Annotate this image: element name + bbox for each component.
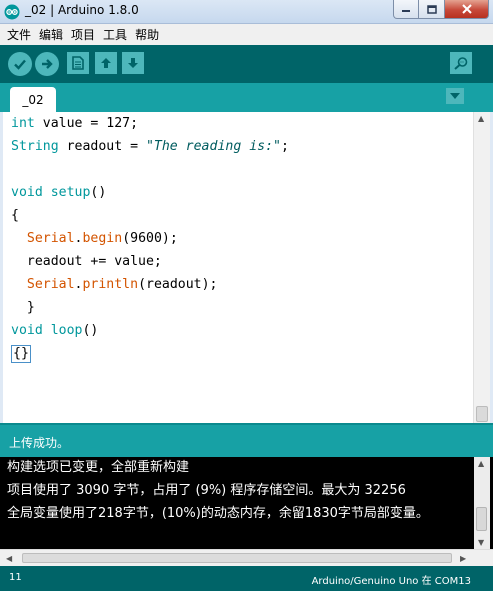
window-controls	[393, 0, 489, 19]
console-line: 全局变量使用了218字节，(10%)的动态内存，余留1830字节局部变量。	[7, 506, 429, 521]
maximize-button[interactable]	[419, 0, 445, 19]
code-token: loop	[50, 323, 83, 338]
serial-monitor-button[interactable]	[450, 52, 472, 74]
code-token: begin	[82, 231, 123, 246]
menu-help[interactable]: 帮助	[131, 26, 163, 43]
save-icon	[128, 58, 138, 68]
code-token: setup	[50, 185, 91, 200]
code-token: "The reading is:"	[145, 139, 281, 154]
code-line: readout += value;	[11, 252, 162, 272]
code-line: Serial.begin(9600);	[11, 229, 178, 249]
footer-bar: 11 Arduino/Genuino Uno 在 COM13	[0, 566, 493, 591]
bracket-highlight: {}	[11, 345, 31, 363]
tab-sketch[interactable]: _02	[10, 87, 56, 112]
tab-bar: _02	[0, 83, 493, 112]
close-button[interactable]	[445, 0, 489, 19]
console-scrollbar[interactable]: ▲ ▼	[474, 457, 490, 550]
save-button[interactable]	[122, 52, 144, 74]
menu-tools[interactable]: 工具	[99, 26, 131, 43]
code-token: value = 127;	[34, 116, 139, 131]
open-button[interactable]	[95, 52, 117, 74]
minimize-button[interactable]	[393, 0, 419, 19]
current-line-number: 11	[9, 572, 22, 583]
code-line: }	[11, 298, 35, 318]
new-icon	[72, 56, 84, 70]
editor-scroll-thumb[interactable]	[476, 406, 488, 422]
code-token: Serial	[26, 231, 75, 246]
code-line: int value = 127;	[11, 114, 138, 134]
title-bar: _02 | Arduino 1.8.0	[0, 0, 493, 24]
verify-button[interactable]	[8, 52, 32, 76]
console-hscroll-thumb[interactable]	[22, 553, 452, 563]
new-button[interactable]	[67, 52, 89, 74]
code-line: {	[11, 206, 19, 226]
toolbar	[0, 45, 493, 83]
code-token: readout += value;	[11, 254, 162, 269]
scroll-up-icon: ▲	[478, 114, 485, 123]
arduino-logo-icon	[4, 4, 20, 20]
code-token: ()	[90, 185, 107, 200]
code-token: {	[11, 208, 19, 223]
code-token: void	[11, 323, 43, 338]
menu-edit[interactable]: 编辑	[35, 26, 67, 43]
menu-bar: 文件 编辑 项目 工具 帮助	[0, 24, 493, 45]
window-title: _02 | Arduino 1.8.0	[25, 3, 139, 17]
code-editor[interactable]: int value = 127; String readout = "The re…	[3, 112, 473, 423]
scroll-up-icon: ▲	[478, 459, 485, 468]
upload-button[interactable]	[35, 52, 59, 76]
code-token: ;	[280, 139, 289, 154]
code-line: Serial.println(readout);	[11, 275, 218, 295]
upload-icon	[42, 59, 53, 69]
code-token: readout =	[58, 139, 146, 154]
console-horizontal-scrollbar[interactable]: ◀ ▶	[0, 549, 493, 566]
board-port-label: Arduino/Genuino Uno 在 COM13	[311, 576, 471, 587]
tab-menu-button[interactable]	[446, 88, 464, 104]
menu-file[interactable]: 文件	[3, 26, 35, 43]
console-output: 构建选项已变更，全部重新构建 项目使用了 3090 字节，占用了 (9%) 程序…	[0, 457, 493, 550]
chevron-down-icon	[450, 93, 460, 99]
console-line: 项目使用了 3090 字节，占用了 (9%) 程序存储空间。最大为 32256	[7, 483, 406, 498]
code-token: int	[11, 116, 35, 131]
scroll-right-icon: ▶	[460, 554, 467, 563]
open-icon	[101, 58, 111, 68]
console-line: 构建选项已变更，全部重新构建	[7, 460, 190, 475]
close-icon	[461, 4, 472, 14]
scroll-left-icon: ◀	[6, 554, 13, 563]
code-token: ()	[82, 323, 99, 338]
status-message: 上传成功。	[9, 436, 70, 450]
menu-sketch[interactable]: 项目	[67, 26, 99, 43]
code-token: (readout);	[138, 277, 218, 292]
status-bar: 上传成功。	[0, 423, 493, 457]
code-token: println	[82, 277, 139, 292]
serial-monitor-icon	[454, 57, 468, 70]
code-line: {}	[11, 344, 31, 364]
code-token: (9600);	[122, 231, 178, 246]
console-scroll-thumb[interactable]	[476, 507, 487, 531]
code-token: String	[11, 139, 59, 154]
code-token: }	[11, 300, 35, 315]
maximize-icon	[426, 4, 437, 14]
code-token: Serial	[26, 277, 75, 292]
editor-scrollbar[interactable]: ▲	[473, 112, 490, 423]
minimize-icon	[402, 10, 410, 12]
verify-icon	[14, 59, 26, 70]
scroll-down-icon: ▼	[478, 538, 485, 547]
code-token: void	[11, 185, 43, 200]
code-line: void loop()	[11, 321, 98, 341]
code-line: String readout = "The reading is:";	[11, 137, 289, 157]
code-line: void setup()	[11, 183, 106, 203]
